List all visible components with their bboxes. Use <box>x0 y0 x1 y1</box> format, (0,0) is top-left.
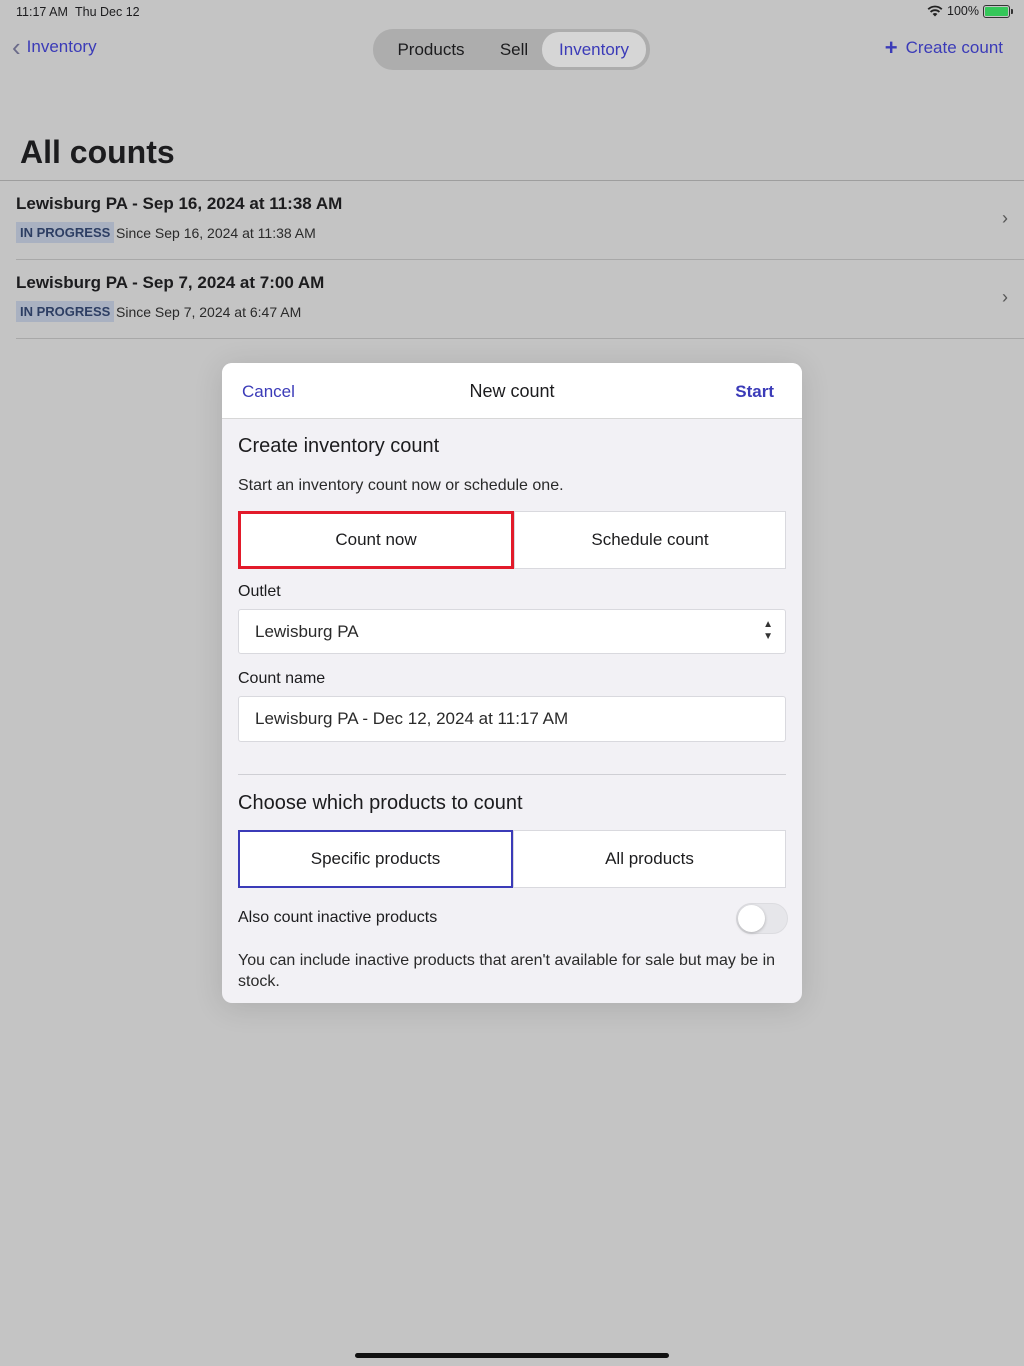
main-tabs: Products Sell Inventory <box>373 29 650 70</box>
start-button[interactable]: Start <box>735 382 774 402</box>
outlet-select[interactable]: Lewisburg PA ▲ ▼ <box>238 609 786 654</box>
tab-sell[interactable]: Sell <box>486 32 542 67</box>
list-item[interactable]: Lewisburg PA - Sep 16, 2024 at 11:38 AM … <box>16 181 1024 260</box>
count-since: Since Sep 7, 2024 at 6:47 AM <box>116 304 302 320</box>
battery-percent: 100% <box>947 4 979 18</box>
count-name-label: Count name <box>238 670 326 687</box>
modal-header: Cancel New count Start <box>222 363 802 419</box>
section-title-products: Choose which products to count <box>238 792 523 814</box>
inactive-desc: You can include inactive products that a… <box>238 952 776 990</box>
back-button[interactable]: ‹ Inventory <box>12 32 97 62</box>
page-title: All counts <box>20 134 175 170</box>
inactive-toggle[interactable] <box>736 903 788 934</box>
outlet-label: Outlet <box>238 583 281 600</box>
count-now-button[interactable]: Count now <box>238 511 514 569</box>
count-title: Lewisburg PA - Sep 7, 2024 at 7:00 AM <box>16 273 325 292</box>
status-time: 11:17 AM <box>16 5 68 19</box>
tab-products[interactable]: Products <box>376 32 486 67</box>
chevron-right-icon: › <box>1002 208 1008 228</box>
count-mode-selector: Count now Schedule count <box>238 511 786 569</box>
status-date: Thu Dec 12 <box>75 5 140 19</box>
counts-list: Lewisburg PA - Sep 16, 2024 at 11:38 AM … <box>0 180 1024 339</box>
divider <box>238 774 786 775</box>
create-count-button[interactable]: + Create count <box>884 35 1003 60</box>
product-scope-selector: Specific products All products <box>238 830 786 888</box>
count-since: Since Sep 16, 2024 at 11:38 AM <box>116 225 316 241</box>
outlet-value: Lewisburg PA <box>255 621 359 641</box>
modal-title: New count <box>469 381 555 401</box>
tab-inventory[interactable]: Inventory <box>542 32 646 67</box>
chevron-right-icon: › <box>1002 287 1008 307</box>
status-badge: IN PROGRESS <box>16 222 115 243</box>
status-bar: 11:17 AM Thu Dec 12 100% <box>0 0 1024 24</box>
schedule-count-button[interactable]: Schedule count <box>514 511 786 569</box>
section-title-create: Create inventory count <box>238 435 440 457</box>
plus-icon: + <box>884 35 898 60</box>
toggle-knob <box>738 905 765 932</box>
count-title: Lewisburg PA - Sep 16, 2024 at 11:38 AM <box>16 194 343 213</box>
section-desc-create: Start an inventory count now or schedule… <box>238 477 564 494</box>
home-indicator[interactable] <box>355 1353 669 1358</box>
new-count-modal: Cancel New count Start Create inventory … <box>222 363 802 1003</box>
chevron-left-icon: ‹ <box>12 32 21 62</box>
create-count-label: Create count <box>905 38 1003 57</box>
count-name-value: Lewisburg PA - Dec 12, 2024 at 11:17 AM <box>255 709 569 728</box>
inactive-label: Also count inactive products <box>238 909 438 926</box>
all-products-button[interactable]: All products <box>513 830 786 888</box>
back-label: Inventory <box>26 37 97 56</box>
specific-products-button[interactable]: Specific products <box>238 830 513 888</box>
status-badge: IN PROGRESS <box>16 301 115 322</box>
count-name-field[interactable]: Lewisburg PA - Dec 12, 2024 at 11:17 AM <box>238 696 786 742</box>
battery-icon <box>983 4 1013 18</box>
updown-icon: ▲ ▼ <box>763 619 773 642</box>
list-item[interactable]: Lewisburg PA - Sep 7, 2024 at 7:00 AM IN… <box>16 260 1024 339</box>
status-right: 100% <box>927 4 1013 18</box>
wifi-icon <box>927 5 943 17</box>
